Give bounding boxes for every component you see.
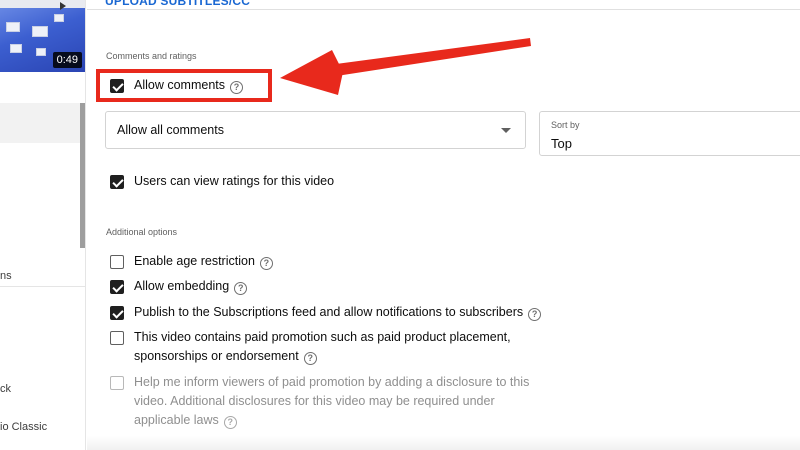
age-restriction-checkbox[interactable] bbox=[110, 255, 124, 269]
thumbnail-desktop-bar bbox=[0, 0, 85, 8]
allow-embedding-option[interactable]: Allow embedding? bbox=[110, 279, 248, 296]
publish-subscriptions-checkbox[interactable] bbox=[110, 306, 124, 320]
sort-by-value: Top bbox=[551, 136, 572, 151]
age-restriction-label: Enable age restriction bbox=[134, 254, 255, 268]
paid-promotion-disclosure-checkbox bbox=[110, 376, 124, 390]
comment-filter-select[interactable]: Allow all comments bbox=[105, 111, 526, 149]
sidebar-scrollbar[interactable] bbox=[80, 103, 85, 248]
help-circle-icon[interactable]: ? bbox=[234, 282, 248, 295]
comment-filter-value: Allow all comments bbox=[117, 123, 224, 137]
view-ratings-label: Users can view ratings for this video bbox=[134, 174, 335, 188]
sidebar-item-label[interactable]: io Classic bbox=[0, 421, 47, 433]
help-circle-icon[interactable]: ? bbox=[259, 257, 273, 270]
top-divider bbox=[87, 9, 800, 10]
age-restriction-option[interactable]: Enable age restriction? bbox=[110, 254, 273, 271]
video-duration: 0:49 bbox=[52, 52, 82, 68]
view-ratings-option[interactable]: Users can view ratings for this video bbox=[110, 174, 334, 191]
video-thumbnail[interactable]: 0:49 bbox=[0, 0, 85, 72]
thumbnail-window bbox=[54, 14, 64, 22]
paid-promotion-option[interactable]: This video contains paid promotion such … bbox=[110, 330, 530, 366]
help-circle-icon: ? bbox=[223, 416, 237, 429]
bottom-fade bbox=[87, 436, 800, 450]
comments-section-label: Comments and ratings bbox=[106, 51, 197, 61]
sidebar-item-label[interactable]: ck bbox=[0, 383, 11, 395]
upload-subtitles-link[interactable]: UPLOAD SUBTITLES/CC bbox=[105, 0, 250, 8]
sort-by-select[interactable]: Sort by Top bbox=[539, 111, 800, 156]
thumbnail-window bbox=[32, 26, 48, 37]
view-ratings-checkbox[interactable] bbox=[110, 175, 124, 189]
caret-down-icon bbox=[501, 128, 511, 133]
video-settings-panel: UPLOAD SUBTITLES/CC Comments and ratings… bbox=[87, 0, 800, 450]
paid-promotion-disclosure-option: Help me inform viewers of paid promotion… bbox=[110, 375, 540, 430]
sort-by-label: Sort by bbox=[551, 120, 580, 130]
thumbnail-window bbox=[36, 48, 46, 56]
paid-promotion-checkbox[interactable] bbox=[110, 331, 124, 345]
paid-promotion-disclosure-label: Help me inform viewers of paid promotion… bbox=[134, 375, 530, 427]
help-circle-icon[interactable]: ? bbox=[528, 308, 542, 321]
help-circle-icon[interactable]: ? bbox=[303, 352, 317, 365]
sidebar-item-label[interactable]: ns bbox=[0, 270, 12, 282]
additional-options-label: Additional options bbox=[106, 227, 178, 237]
sidebar-item-selected[interactable] bbox=[0, 103, 80, 143]
annotation-highlight-box bbox=[96, 69, 272, 102]
sidebar-divider bbox=[0, 286, 85, 287]
play-icon bbox=[60, 2, 66, 10]
allow-embedding-checkbox[interactable] bbox=[110, 280, 124, 294]
paid-promotion-label: This video contains paid promotion such … bbox=[134, 330, 511, 363]
publish-subscriptions-label: Publish to the Subscriptions feed and al… bbox=[134, 305, 524, 319]
left-sidebar: 0:49 ns ck io Classic bbox=[0, 0, 86, 450]
allow-embedding-label: Allow embedding bbox=[134, 279, 230, 293]
publish-subscriptions-option[interactable]: Publish to the Subscriptions feed and al… bbox=[110, 305, 542, 322]
thumbnail-window bbox=[6, 22, 20, 32]
thumbnail-window bbox=[10, 44, 22, 53]
